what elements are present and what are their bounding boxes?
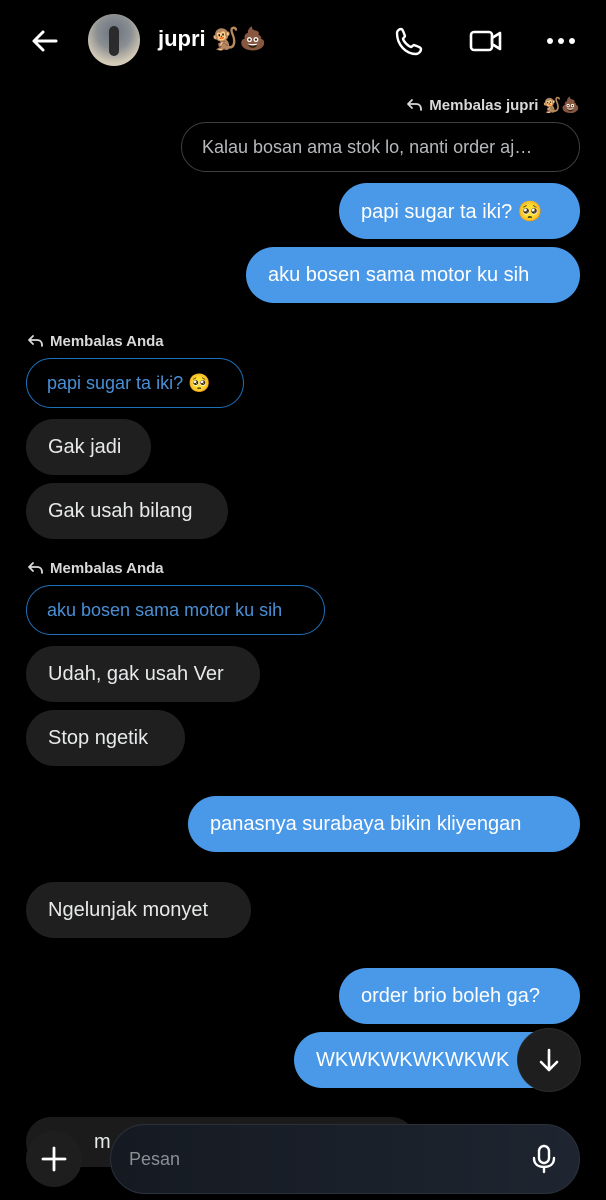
message-bubble-incoming[interactable]: Stop ngetik	[26, 710, 185, 766]
arrow-down-icon	[539, 1048, 559, 1072]
quoted-message[interactable]: papi sugar ta iki? 🥺	[26, 358, 244, 408]
phone-icon[interactable]	[393, 24, 427, 58]
reply-header: Membalas jupri 🐒💩	[405, 96, 580, 114]
plus-icon	[41, 1146, 67, 1172]
microphone-icon[interactable]	[527, 1142, 561, 1176]
reply-header: Membalas Anda	[26, 559, 164, 577]
reply-header: Membalas Anda	[26, 332, 164, 350]
message-bubble-outgoing[interactable]: aku bosen sama motor ku sih	[246, 247, 580, 303]
more-icon[interactable]	[544, 24, 578, 58]
reply-arrow-icon	[28, 335, 43, 347]
message-bubble-outgoing[interactable]: order brio boleh ga?	[339, 968, 580, 1024]
quoted-message[interactable]: aku bosen sama motor ku sih	[26, 585, 325, 635]
reply-header-label: Membalas Anda	[50, 559, 164, 577]
reply-header-label: Membalas jupri 🐒💩	[429, 97, 580, 114]
reply-arrow-icon	[28, 562, 43, 574]
message-bubble-outgoing[interactable]: panasnya surabaya bikin kliyengan	[188, 796, 580, 852]
avatar[interactable]	[88, 14, 140, 66]
reply-header-label: Membalas Anda	[50, 332, 164, 350]
message-input[interactable]: Pesan	[110, 1124, 580, 1194]
quoted-message[interactable]: Kalau bosan ama stok lo, nanti order aj…	[181, 122, 580, 172]
add-attachment-button[interactable]	[26, 1131, 82, 1187]
scroll-down-button[interactable]	[518, 1029, 580, 1091]
message-bubble-incoming[interactable]: Gak usah bilang	[26, 483, 228, 539]
message-bubble-outgoing[interactable]: papi sugar ta iki? 🥺	[339, 183, 580, 239]
message-input-placeholder: Pesan	[129, 1149, 181, 1169]
chat-title[interactable]: jupri 🐒💩	[158, 26, 267, 52]
chat-header: jupri 🐒💩	[0, 0, 606, 80]
video-icon[interactable]	[468, 24, 502, 58]
message-bubble-incoming[interactable]: Gak jadi	[26, 419, 151, 475]
message-bubble-incoming[interactable]: Udah, gak usah Ver	[26, 646, 260, 702]
message-bubble-incoming[interactable]: Ngelunjak monyet	[26, 882, 251, 938]
reply-arrow-icon	[407, 99, 423, 111]
back-arrow-icon[interactable]	[28, 24, 62, 58]
